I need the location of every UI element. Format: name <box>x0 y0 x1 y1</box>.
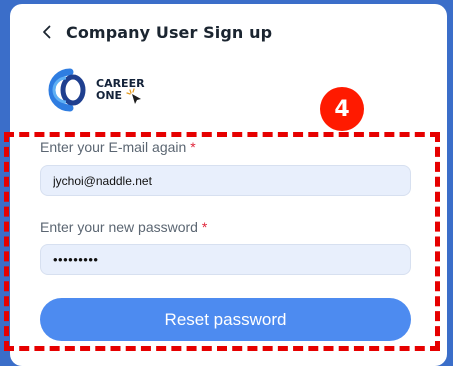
required-mark: * <box>201 219 208 235</box>
email-again-label: Enter your E-mail again * <box>40 139 196 155</box>
page-header: Company User Sign up <box>40 20 272 44</box>
career-one-logo: CAREER ONE <box>40 66 150 114</box>
email-again-field[interactable] <box>40 165 411 196</box>
logo-text-line2: ONE <box>96 89 123 102</box>
new-password-field[interactable] <box>40 244 411 275</box>
reset-password-button[interactable]: Reset password <box>40 298 411 341</box>
new-password-label: Enter your new password * <box>40 219 207 235</box>
required-mark: * <box>190 139 196 155</box>
page-title: Company User Sign up <box>66 22 273 42</box>
career-one-logo-mark <box>48 68 86 112</box>
cursor-click-icon <box>126 88 146 113</box>
email-again-label-text: Enter your E-mail again <box>40 139 187 155</box>
chevron-left-icon[interactable] <box>40 22 54 42</box>
step-badge: 4 <box>320 87 364 131</box>
new-password-label-text: Enter your new password <box>40 219 198 235</box>
